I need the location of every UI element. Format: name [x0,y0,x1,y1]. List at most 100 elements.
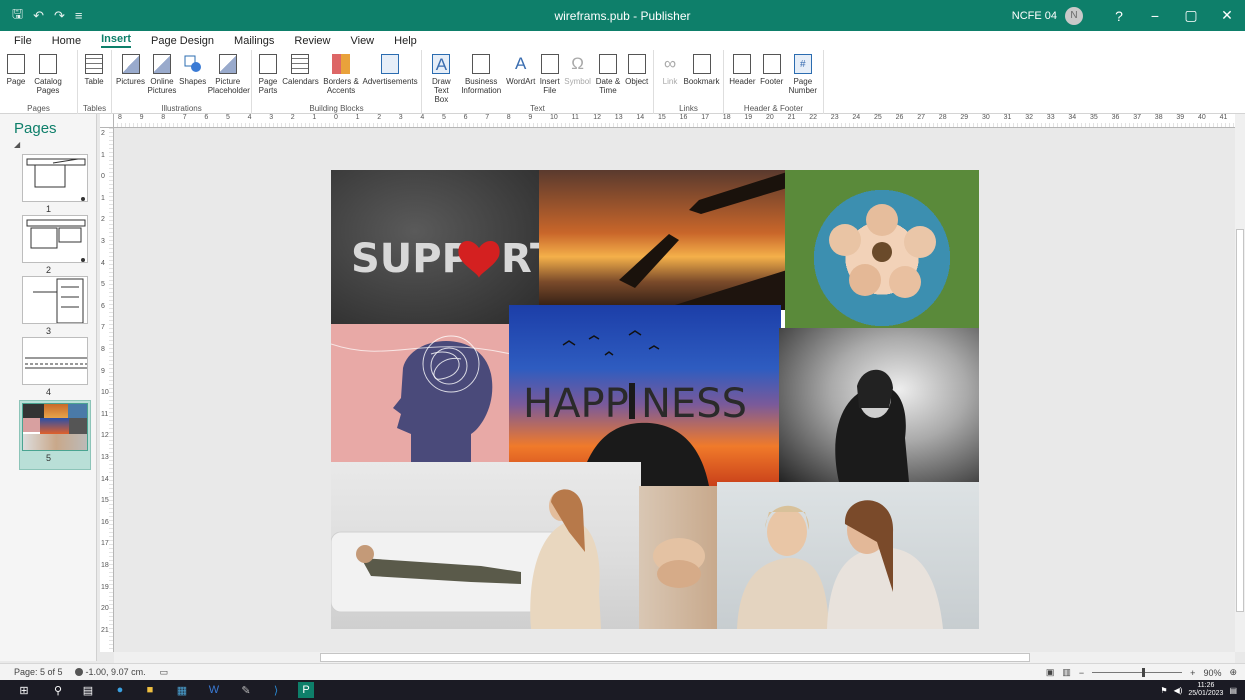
position-icon [74,668,83,676]
ruler-number: 11 [101,410,109,418]
notifications-icon[interactable]: ▤ [1229,686,1237,695]
page-number-1: 1 [45,204,51,214]
store-icon[interactable]: ▦ [174,682,190,698]
two-page-view-icon[interactable]: ▥ [1062,667,1071,678]
tab-insert[interactable]: Insert [101,33,132,48]
fit-page-icon[interactable]: ⊕ [1229,667,1237,678]
undo-icon[interactable]: ↶ [33,8,44,24]
vscode-icon[interactable]: ⟩ [268,682,284,698]
avatar[interactable]: N [1065,6,1083,25]
page-thumbnail-4[interactable] [22,337,88,385]
collapse-caret-icon[interactable]: ◢ [14,140,20,149]
therapy-session-image[interactable] [331,462,641,629]
holding-hands-image[interactable] [639,486,717,629]
group-label-links: Links [679,104,698,113]
support-image[interactable]: SUPP RT [331,170,541,324]
ruler-number: 41 [1219,114,1228,121]
tab-review[interactable]: Review [294,35,330,47]
ruler-number: 25 [874,114,882,121]
vertical-scroll-thumb[interactable] [1236,229,1244,612]
customize-qat-icon[interactable]: ≡ [75,8,83,23]
horizontal-scroll-thumb[interactable] [320,653,1030,662]
horizontal-ruler[interactable]: 8 9 8 7 6 5 4 3 2 1 0 1 2 3 4 5 6 7 8 9 10 11 12 13 14 15 16 17 18 19… [114,114,1237,128]
therapy-graphic [331,489,601,629]
page-thumbnail-3[interactable] [22,276,88,324]
zoom-in-button[interactable]: + [1190,668,1195,678]
sad-woman-image[interactable] [779,328,979,482]
tab-help[interactable]: Help [394,35,417,47]
ruler-number: 1 [101,151,105,159]
file-explorer-icon[interactable]: ■ [142,682,158,698]
edge-icon[interactable]: ● [112,682,128,698]
search-icon[interactable]: ⚲ [50,682,66,698]
publication-page[interactable]: SUPP RT [331,170,979,629]
page-thumbnail-5[interactable] [22,403,88,451]
happiness-image[interactable]: HAPP NESS [509,305,781,486]
word-icon[interactable]: W [206,682,222,698]
minimize-button[interactable]: − [1137,0,1173,31]
wireframe-preview [26,158,86,201]
ruler-number: 22 [809,114,817,121]
restore-button[interactable]: ▢ [1173,0,1209,31]
ruler-number: 14 [636,114,645,121]
tab-mailings[interactable]: Mailings [234,35,274,47]
ruler-number: 13 [101,454,109,461]
windows-start-icon[interactable]: ⊞ [16,682,32,698]
ruler-number: 16 [101,518,109,526]
ruler-number: 1 [355,114,360,121]
ruler-number: 9 [101,367,105,375]
vertical-scrollbar[interactable] [1235,114,1245,652]
user-name[interactable]: NCFE 04 [1012,10,1057,22]
task-view-icon[interactable]: ▤ [80,682,96,698]
support-text-end: RT [501,236,541,282]
group-friends-image[interactable] [785,170,979,330]
happiness-text-end: NESS [641,381,747,427]
single-page-view-icon[interactable]: ▣ [1046,667,1055,678]
zoom-level[interactable]: 90% [1203,668,1221,678]
ruler-number: 38 [1154,114,1163,121]
page-number-2: 2 [45,265,51,275]
pages-panel-title: Pages [14,120,57,137]
volume-icon[interactable]: ◀) [1174,686,1183,695]
comforting-women-image[interactable] [717,482,979,629]
paint-icon[interactable]: ✎ [238,682,254,698]
zoom-slider[interactable] [1092,668,1183,677]
document-canvas[interactable]: SUPP RT [115,128,1235,652]
close-button[interactable]: ✕ [1209,0,1245,31]
ruler-number: 20 [766,114,774,121]
horizontal-scrollbar[interactable] [114,652,1235,663]
mind-image[interactable] [331,324,511,462]
vertical-ruler[interactable]: 2 1 0 1 2 3 4 5 6 7 8 9 10 11 12 13 14 15 16 17 18 19 20 21 [100,128,114,652]
tab-page-design[interactable]: Page Design [151,35,214,47]
zoom-slider-knob[interactable] [1141,668,1145,677]
page-thumbnail-2[interactable] [22,215,88,263]
page-thumbnail-1[interactable] [22,154,88,202]
publisher-icon[interactable]: P [298,682,314,698]
windows-taskbar: ⊞ ⚲ ▤ ● ■ ▦ W ✎ ⟩ P ⚑ ◀) 11:26 25/01/202… [0,680,1245,700]
head-silhouette [331,335,511,462]
quick-access-toolbar: 🖫 ↶ ↷ ≡ [0,5,300,27]
save-icon[interactable]: 🖫 [12,5,23,27]
page-indicator[interactable]: Page: 5 of 5 [14,667,63,677]
wireframe-preview [33,278,84,323]
reaching-hands-image[interactable] [539,170,787,310]
help-button[interactable]: ? [1101,0,1137,31]
group-pages: Page Catalog Pages Pages [0,50,78,114]
status-bar: Page: 5 of 5 -1.00, 9.07 cm. ▭ ▣ ▥ − + 9… [0,663,1245,680]
group-label-text: Text [530,104,545,113]
network-icon[interactable]: ⚑ [1160,686,1167,695]
tab-file[interactable]: File [14,35,32,47]
clock[interactable]: 11:26 25/01/2023 [1188,682,1223,698]
ruler-number: 21 [787,114,796,121]
tab-home[interactable]: Home [52,35,81,47]
redo-icon[interactable]: ↷ [54,8,65,24]
tab-view[interactable]: View [350,35,374,47]
zoom-out-button[interactable]: − [1079,668,1084,678]
ruler-number: 4 [101,259,105,267]
borders-accents-icon [332,54,351,74]
shapes-icon [184,55,201,72]
ruler-number: 0 [334,114,338,121]
pictures-icon [121,54,140,74]
date-time-icon [598,54,617,74]
calendar-icon [291,54,310,74]
